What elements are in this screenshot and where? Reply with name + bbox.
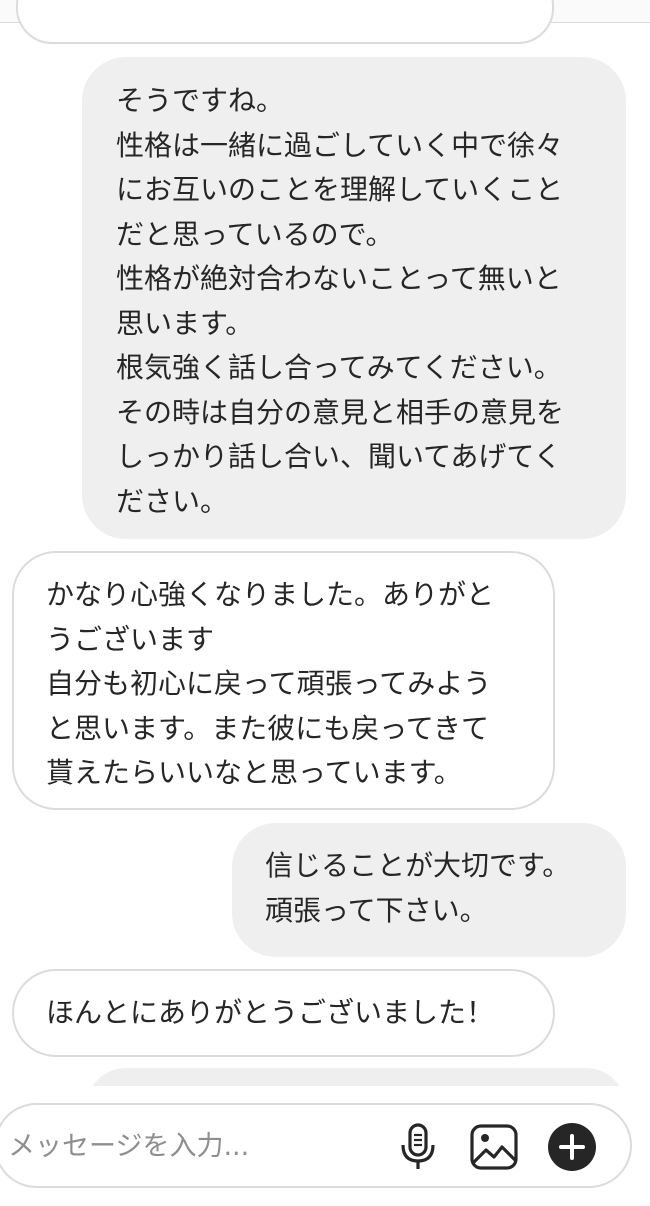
message-bubble-outgoing: 信じることが大切です。 頑張って下さい。	[232, 823, 626, 957]
composer-field	[0, 1103, 632, 1188]
message-line: うございます	[46, 622, 215, 656]
message-line: ださい。	[116, 484, 229, 518]
message-line: 自分も初心に戻って頑張ってみよう	[46, 667, 492, 700]
add-icon	[548, 1123, 596, 1171]
message-line: と思います。また彼にも戻ってきて	[46, 711, 489, 745]
message-line: 頑張って下さい。	[265, 893, 488, 927]
message-line: 根気強く話し合ってみてください。	[116, 351, 562, 384]
message-line: 思います。	[116, 306, 254, 340]
message-line: ほんとにありがとうございました！	[46, 996, 495, 1029]
message-bubble-incoming: かなり心強くなりました。ありがと うございます 自分も初心に戻って頑張ってみよう…	[12, 551, 555, 810]
message-bubble-incoming: ほんとにありがとうございました！	[12, 969, 555, 1057]
message-line: だと思っているので。	[116, 217, 394, 251]
chat-screen: そうですね。 性格は一緒に過ごしていく中で徐々 にお互いのことを理解していくこと…	[0, 0, 650, 1206]
message-line: 信じることが大切です。	[265, 849, 571, 882]
message-line: その時は自分の意見と相手の意見を	[116, 395, 565, 429]
message-line: にお互いのことを理解していくこと	[116, 173, 564, 206]
microphone-icon	[401, 1123, 435, 1169]
message-line: そうですね。	[116, 84, 285, 117]
message-bubble-incoming-partial	[16, 0, 554, 44]
microphone-button[interactable]	[392, 1121, 444, 1173]
message-line: しっかり話し合い、聞いてあげてく	[116, 440, 562, 473]
message-bubble-outgoing: そうですね。 性格は一緒に過ごしていく中で徐々 にお互いのことを理解していくこと…	[82, 57, 626, 539]
image-icon	[470, 1124, 518, 1170]
add-button[interactable]	[546, 1121, 598, 1173]
message-line: かなり心強くなりました。ありがと	[46, 578, 495, 611]
message-line: 貰えたらいいなと思っています。	[46, 756, 462, 789]
message-input[interactable]	[8, 1124, 378, 1168]
message-line: 性格は一緒に過ごしていく中で徐々	[116, 128, 564, 162]
gallery-button[interactable]	[468, 1121, 520, 1173]
message-composer	[0, 1086, 650, 1206]
message-line: 性格が絶対合わないことって無いと	[116, 262, 562, 295]
